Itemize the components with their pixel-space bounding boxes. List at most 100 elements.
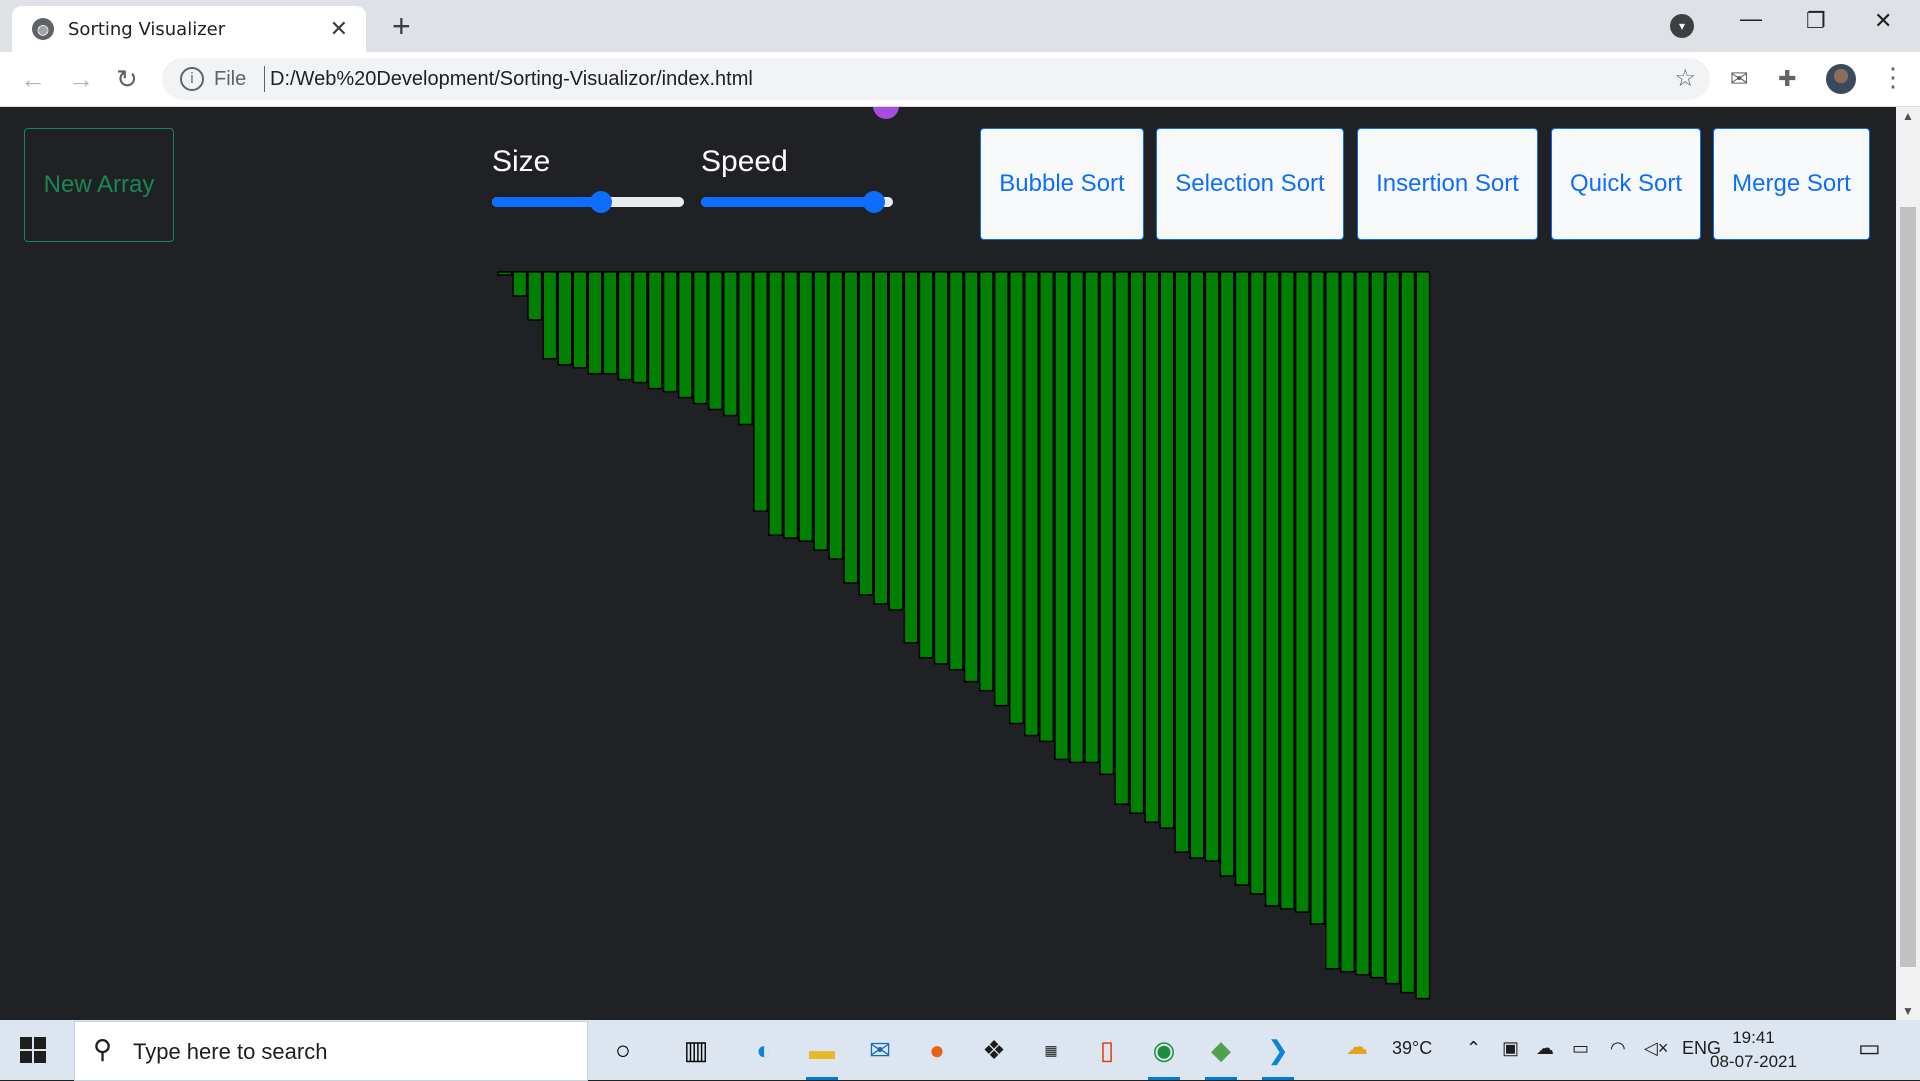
git-icon[interactable]: ◆ xyxy=(1201,1030,1241,1080)
array-bar xyxy=(723,271,738,417)
wifi-icon[interactable]: ◠ xyxy=(1610,1038,1626,1059)
array-bar xyxy=(1370,271,1386,979)
array-bar xyxy=(1340,271,1356,973)
array-bar xyxy=(783,271,799,539)
array-bar xyxy=(1024,271,1039,737)
edge-icon[interactable]: ◐ xyxy=(744,1030,784,1070)
clock-date: 08-07-2021 xyxy=(1710,1052,1797,1071)
tab-strip: ◍ Sorting Visualizer ✕ + ▾ — ❐ ✕ xyxy=(0,0,1920,52)
array-bar xyxy=(677,271,693,399)
array-bar xyxy=(1144,271,1160,823)
array-bar xyxy=(993,271,1009,707)
array-bar xyxy=(1264,271,1280,907)
array-bar xyxy=(1294,271,1310,913)
array-bar xyxy=(542,271,558,360)
array-bar xyxy=(1114,271,1130,805)
scroll-down-icon[interactable]: ▼ xyxy=(1902,1004,1914,1018)
array-bar xyxy=(632,271,648,384)
address-scheme: File xyxy=(214,68,247,90)
array-bar xyxy=(753,271,769,512)
scrollbar-thumb[interactable] xyxy=(1900,207,1916,967)
array-bar xyxy=(572,271,588,369)
array-bar xyxy=(798,271,814,542)
array-bar xyxy=(1325,271,1340,970)
array-bar xyxy=(587,271,603,375)
array-bar xyxy=(1204,271,1220,862)
task-view-icon[interactable]: ▥ xyxy=(676,1030,716,1070)
array-bar xyxy=(1385,271,1401,985)
minimize-icon[interactable]: — xyxy=(1740,6,1762,32)
page-scrollbar[interactable]: ▲ ▼ xyxy=(1896,107,1920,1020)
amazon-icon[interactable]: ▦ xyxy=(1031,1030,1071,1070)
office-icon[interactable]: ▯ xyxy=(1087,1030,1127,1070)
browser-toolbar: ← → ↻ i File D:/Web%20Development/Sortin… xyxy=(0,52,1920,107)
windows-start-icon[interactable] xyxy=(20,1037,46,1063)
array-bar xyxy=(1234,271,1250,886)
extensions-icon[interactable]: ✚ xyxy=(1778,66,1796,92)
close-window-icon[interactable]: ✕ xyxy=(1874,8,1892,34)
globe-icon: ◍ xyxy=(32,18,54,40)
array-bar xyxy=(647,271,663,390)
firefox-icon[interactable]: ● xyxy=(917,1030,957,1070)
array-bar xyxy=(1400,271,1416,994)
array-bar xyxy=(1099,271,1115,776)
close-tab-icon[interactable]: ✕ xyxy=(330,16,348,42)
browser-tab[interactable]: ◍ Sorting Visualizer ✕ xyxy=(12,6,366,52)
array-bar xyxy=(768,271,784,536)
info-icon[interactable]: i xyxy=(180,67,204,91)
array-bar xyxy=(707,271,723,411)
star-icon[interactable]: ☆ xyxy=(1674,64,1696,93)
array-bar xyxy=(1309,271,1325,925)
mail-app-icon[interactable]: ✉ xyxy=(860,1030,900,1070)
weather-temperature[interactable]: 39°C xyxy=(1392,1038,1432,1059)
array-bar xyxy=(828,271,844,560)
scroll-up-icon[interactable]: ▲ xyxy=(1902,109,1914,123)
array-bar xyxy=(1008,271,1024,725)
forward-icon[interactable]: → xyxy=(68,64,94,95)
address-url[interactable]: D:/Web%20Development/Sorting-Visualizor/… xyxy=(270,68,753,91)
volume-muted-icon[interactable]: ◁× xyxy=(1644,1038,1668,1059)
address-bar[interactable]: i File D:/Web%20Development/Sorting-Visu… xyxy=(162,58,1710,100)
address-separator xyxy=(264,66,265,92)
restore-icon[interactable]: ❐ xyxy=(1806,8,1826,34)
array-bar xyxy=(1069,271,1085,764)
new-tab-button[interactable]: + xyxy=(392,8,411,45)
search-placeholder: Type here to search xyxy=(133,1039,328,1064)
page-content: New Array Size Speed Bubble Sort Selecti… xyxy=(0,107,1896,1020)
profile-avatar[interactable] xyxy=(1826,64,1856,94)
array-bar xyxy=(918,271,934,659)
weather-icon[interactable]: ☁ xyxy=(1346,1034,1368,1060)
array-bar xyxy=(557,271,573,366)
taskbar: ⚲ Type here to search ○ ▥ ◐ ▬ ✉ ● ❖ ▦ ▯ … xyxy=(0,1020,1920,1081)
onedrive-icon[interactable]: ☁ xyxy=(1536,1038,1554,1059)
array-bar xyxy=(1159,271,1175,829)
reload-icon[interactable]: ↻ xyxy=(116,64,138,95)
array-bar xyxy=(813,271,829,551)
array-bar xyxy=(512,271,528,297)
array-bar xyxy=(1174,271,1190,853)
array-bar xyxy=(1219,271,1235,877)
file-explorer-icon[interactable]: ▬ xyxy=(802,1030,842,1080)
meet-icon[interactable]: ▣ xyxy=(1502,1038,1519,1059)
clock[interactable]: 19:41 08-07-2021 xyxy=(1710,1026,1797,1074)
bar-chart xyxy=(497,271,1431,1000)
battery-icon[interactable]: ▭ xyxy=(1572,1038,1589,1059)
array-bar xyxy=(978,271,994,692)
array-bar xyxy=(1084,271,1100,764)
mail-icon[interactable]: ✉ xyxy=(1730,66,1748,92)
chevron-up-icon[interactable]: ⌃ xyxy=(1466,1038,1481,1059)
cortana-icon[interactable]: ○ xyxy=(603,1030,643,1070)
taskbar-search[interactable]: ⚲ Type here to search xyxy=(74,1021,588,1081)
menu-icon[interactable]: ⋮ xyxy=(1880,62,1906,93)
chrome-icon[interactable]: ◉ xyxy=(1144,1030,1184,1080)
array-bar xyxy=(1039,271,1055,743)
vscode-icon[interactable]: ❯ xyxy=(1258,1030,1298,1080)
array-bar xyxy=(858,271,874,596)
array-bar xyxy=(497,271,513,276)
array-bar xyxy=(602,271,618,375)
notifications-icon[interactable]: ▭ xyxy=(1858,1034,1881,1063)
array-bar xyxy=(1279,271,1295,910)
back-icon[interactable]: ← xyxy=(20,64,46,95)
tab-search-icon[interactable]: ▾ xyxy=(1670,14,1694,38)
dropbox-icon[interactable]: ❖ xyxy=(974,1030,1014,1070)
